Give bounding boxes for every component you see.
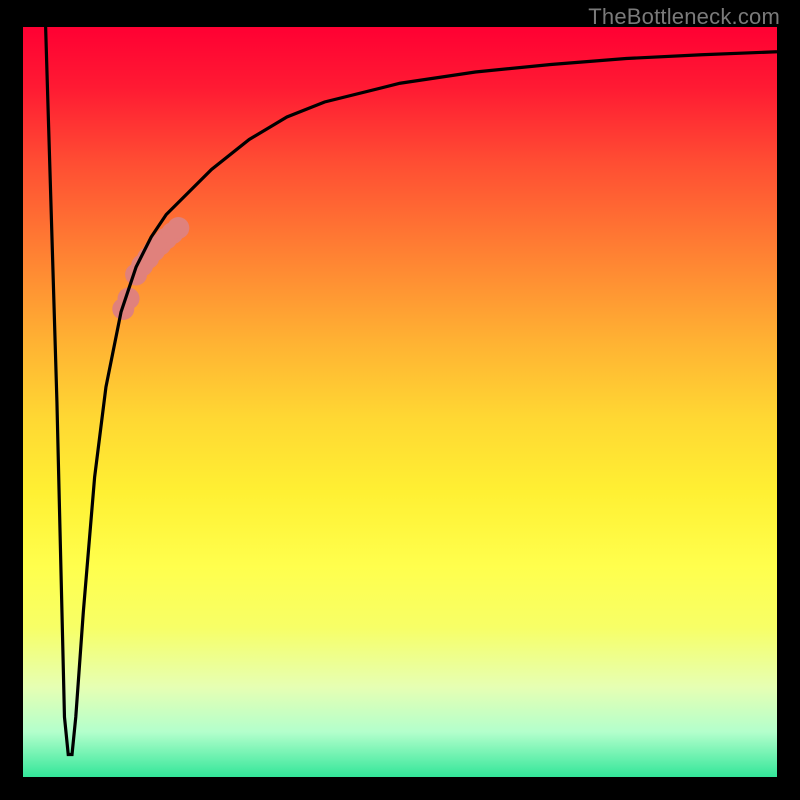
chart-svg — [23, 27, 777, 777]
bottleneck-curve-path — [46, 27, 777, 755]
chart-frame — [23, 27, 777, 777]
highlight-dot — [167, 217, 189, 239]
watermark-text: TheBottleneck.com — [588, 4, 780, 30]
